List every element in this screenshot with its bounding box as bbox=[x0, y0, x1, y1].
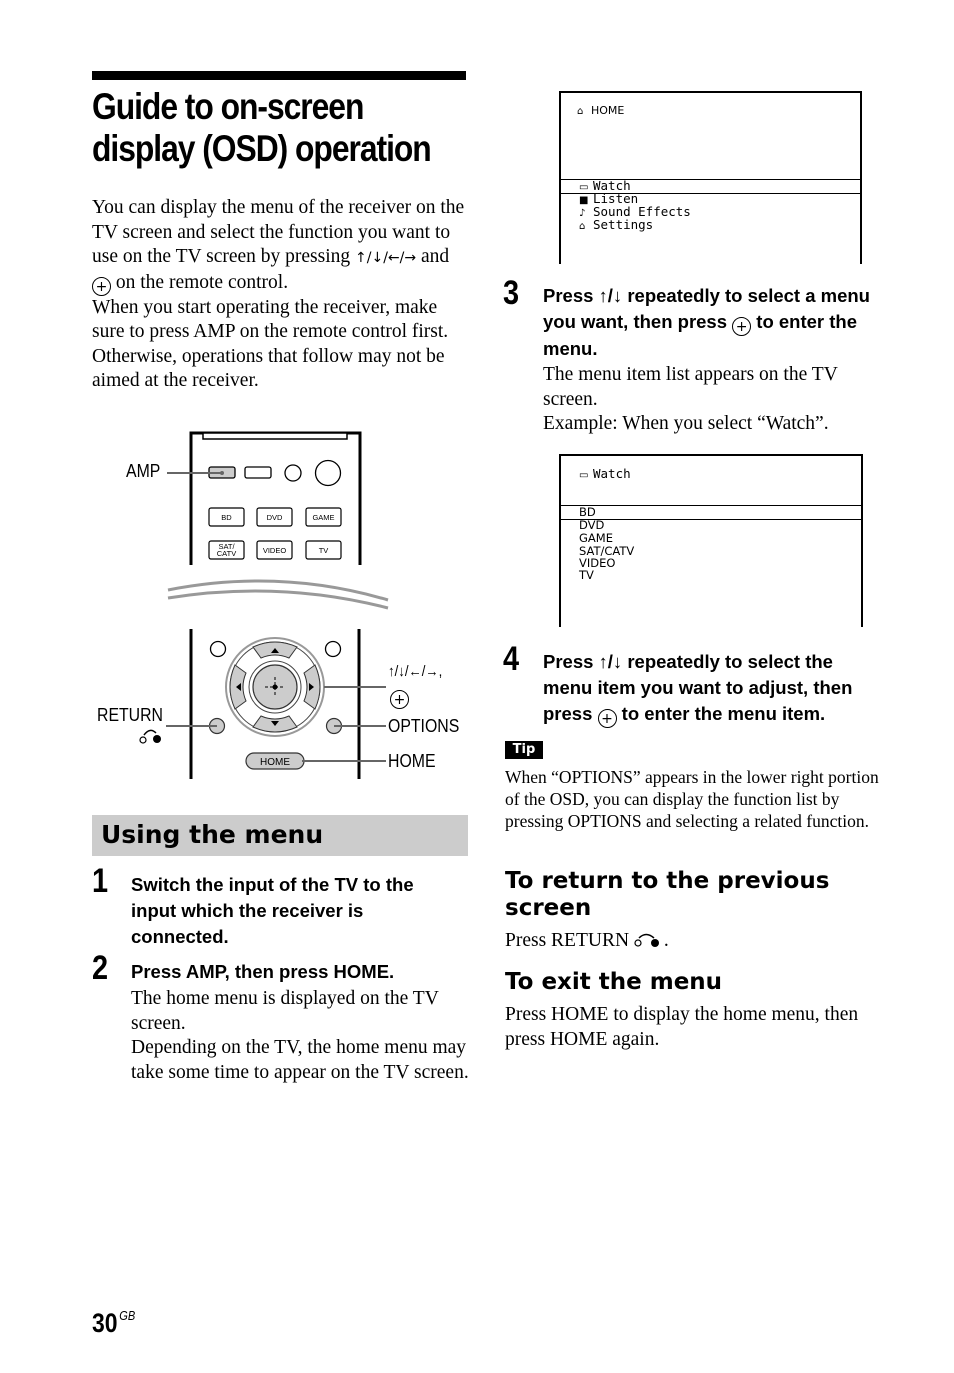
return-text: Press RETURN . bbox=[505, 929, 875, 954]
step-body: The menu item list appears on the TV scr… bbox=[543, 363, 883, 437]
step-number: 4 bbox=[503, 640, 520, 678]
arrow-keys-icon: ↑/↓/←/→ bbox=[355, 250, 417, 266]
intro-text: You can display the menu of the receiver… bbox=[92, 196, 470, 394]
osd-menu-item[interactable]: BD bbox=[579, 506, 596, 519]
color-button-left bbox=[209, 640, 227, 658]
osd-home-title-text: HOME bbox=[591, 104, 625, 117]
intro-warning-text: When you start operating the receiver, m… bbox=[92, 296, 449, 392]
step-heading: Switch the input of the TV to the input … bbox=[131, 874, 414, 947]
arrows-label: ↑/↓/←/→, bbox=[388, 663, 443, 680]
power-button bbox=[314, 459, 342, 487]
bd-button-label: BD bbox=[221, 513, 232, 522]
osd-selection-bar bbox=[561, 505, 861, 520]
tv-icon: ▭ bbox=[579, 470, 589, 481]
title-rule bbox=[92, 71, 466, 80]
input-buttons: BD DVD GAME SAT/ CATV VIDEO TV bbox=[208, 507, 342, 560]
remote-top-illustration: BD DVD GAME SAT/ CATV VIDEO TV bbox=[167, 431, 389, 610]
home-button-label: HOME bbox=[260, 757, 290, 768]
step-heading: Press AMP, then press HOME. bbox=[131, 961, 395, 982]
page-number-suffix: GB bbox=[119, 1308, 136, 1323]
step-body: The home menu is displayed on the TV scr… bbox=[131, 987, 471, 1085]
home-icon: ⌂ bbox=[577, 106, 584, 117]
game-button-label: GAME bbox=[312, 513, 334, 522]
osd-home-screen: ⌂ HOME ▭ Watch ■ Listen ♪ Sound Effects ⌂ Set… bbox=[559, 91, 862, 264]
page-number: 30 GB bbox=[92, 1308, 135, 1339]
home-label: HOME bbox=[388, 751, 436, 771]
step-number: 1 bbox=[92, 862, 109, 900]
rect-button bbox=[244, 466, 272, 479]
osd-home-title: ⌂ HOME bbox=[577, 104, 625, 119]
catv-button-label: CATV bbox=[217, 549, 236, 558]
video-button-label: VIDEO bbox=[263, 546, 287, 555]
return-label: RETURN bbox=[97, 705, 163, 725]
remote-top-slot bbox=[202, 432, 348, 440]
intro-text-and: and bbox=[416, 246, 450, 267]
options-label: OPTIONS bbox=[388, 716, 460, 736]
step-number: 2 bbox=[92, 949, 109, 987]
dpad[interactable] bbox=[225, 637, 325, 737]
section-title: Using the menu bbox=[101, 820, 324, 849]
break-line-bottom bbox=[167, 589, 389, 610]
step-body-line: Depending on the TV, the home menu may t… bbox=[131, 1037, 469, 1083]
step-heading: Press ↑/↓ repeatedly to select a menu yo… bbox=[543, 283, 883, 362]
amp-label: AMP bbox=[126, 461, 161, 481]
osd-menu-item[interactable]: GAME bbox=[579, 532, 613, 545]
return-icon bbox=[139, 729, 161, 744]
enter-button-icon: + bbox=[390, 690, 409, 709]
osd-watch-title-text: Watch bbox=[593, 466, 631, 481]
tv-button-label: TV bbox=[319, 546, 329, 555]
osd-watch-title: ▭ Watch bbox=[579, 466, 631, 483]
osd-menu-item[interactable]: DVD bbox=[579, 519, 604, 532]
tip-badge: Tip bbox=[505, 741, 543, 759]
exit-text: Press HOME to display the home menu, the… bbox=[505, 1004, 859, 1050]
page-title: Guide to on-screen display (OSD) operati… bbox=[92, 86, 432, 170]
step-body-line: Example: When you select “Watch”. bbox=[543, 413, 829, 434]
return-heading: To return to the previous screen bbox=[505, 868, 830, 921]
page-number-value: 30 bbox=[92, 1308, 118, 1338]
enter-button-icon: + bbox=[597, 709, 617, 728]
enter-button-icon: + bbox=[92, 276, 111, 296]
osd-menu-item[interactable]: ⌂ Settings bbox=[579, 217, 654, 234]
return-text-body: Press RETURN bbox=[505, 930, 630, 951]
small-round-button bbox=[284, 464, 302, 482]
page-title-line-2: display (OSD) operation bbox=[92, 128, 432, 169]
toolbox-icon: ⌂ bbox=[579, 221, 586, 232]
intro-text-end: on the remote control. bbox=[111, 271, 289, 293]
step-heading-text: to enter the menu item. bbox=[616, 703, 826, 724]
color-button-right bbox=[324, 640, 342, 658]
step-body-line: The home menu is displayed on the TV scr… bbox=[131, 988, 439, 1034]
osd-menu-item-label: Settings bbox=[593, 217, 654, 232]
return-icon bbox=[634, 933, 659, 947]
page-title-line-1: Guide to on-screen bbox=[92, 86, 364, 127]
dvd-button-label: DVD bbox=[267, 513, 283, 522]
osd-watch-screen: ▭ Watch BD DVD GAME SAT/CATV VIDEO TV bbox=[559, 454, 863, 627]
return-text-end: . bbox=[663, 930, 669, 951]
tip-text: When “OPTIONS” appears in the lower righ… bbox=[505, 767, 879, 831]
exit-heading: To exit the menu bbox=[505, 969, 723, 995]
step-body-line: The menu item list appears on the TV scr… bbox=[543, 364, 838, 410]
step-heading: Press ↑/↓ repeatedly to select the menu … bbox=[543, 649, 883, 728]
step-number: 3 bbox=[503, 274, 520, 312]
enter-button-icon: + bbox=[732, 317, 752, 336]
osd-menu-item[interactable]: TV bbox=[579, 569, 594, 582]
